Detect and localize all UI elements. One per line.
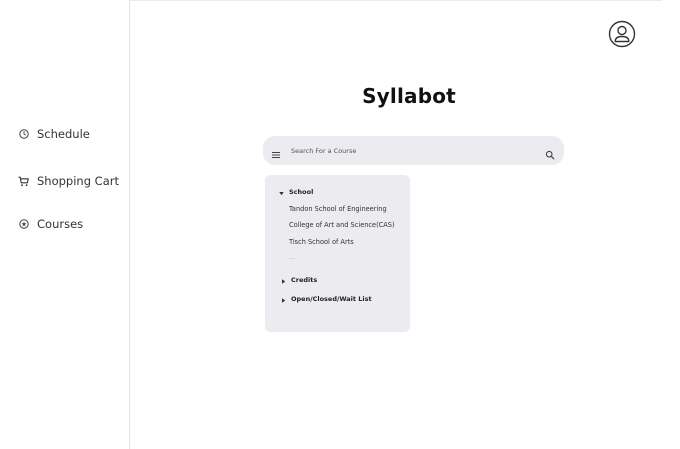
sidebar-item-label: Shopping Cart	[37, 174, 119, 188]
filter-status-label: Open/Closed/Wait List	[291, 295, 372, 303]
sidebar-item-label: Schedule	[37, 127, 90, 141]
filter-status-toggle[interactable]: Open/Closed/Wait List	[281, 295, 372, 303]
sidebar-item-label: Courses	[37, 217, 84, 231]
caret-down-icon	[279, 190, 284, 195]
page-title: Syllabot	[362, 84, 456, 108]
courses-icon	[18, 219, 29, 230]
filter-school-label: School	[289, 188, 314, 196]
filter-credits-label: Credits	[291, 276, 318, 284]
menu-icon[interactable]	[271, 145, 281, 158]
search-icon[interactable]	[545, 145, 555, 160]
school-option[interactable]: Tisch School of Arts	[289, 238, 354, 246]
top-divider	[130, 0, 662, 1]
sidebar-item-schedule[interactable]: Schedule	[18, 127, 90, 141]
sidebar: Schedule Shopping Cart Courses	[0, 0, 130, 449]
caret-right-icon	[281, 278, 286, 284]
user-avatar-icon[interactable]	[608, 20, 636, 48]
filter-school-toggle[interactable]: School	[279, 188, 313, 196]
search-bar	[263, 136, 564, 165]
cart-icon	[18, 176, 29, 187]
filter-dropdown: School Tandon School of Engineering Coll…	[265, 175, 410, 332]
sidebar-item-shopping-cart[interactable]: Shopping Cart	[18, 174, 119, 188]
filter-credits-toggle[interactable]: Credits	[281, 276, 317, 284]
school-option[interactable]: College of Art and Science(CAS)	[289, 221, 395, 229]
caret-right-icon	[281, 297, 286, 303]
clock-icon	[18, 129, 29, 140]
sidebar-item-courses[interactable]: Courses	[18, 217, 83, 231]
search-input[interactable]	[291, 143, 531, 158]
more-options: ...	[289, 253, 296, 261]
school-option[interactable]: Tandon School of Engineering	[289, 205, 387, 213]
